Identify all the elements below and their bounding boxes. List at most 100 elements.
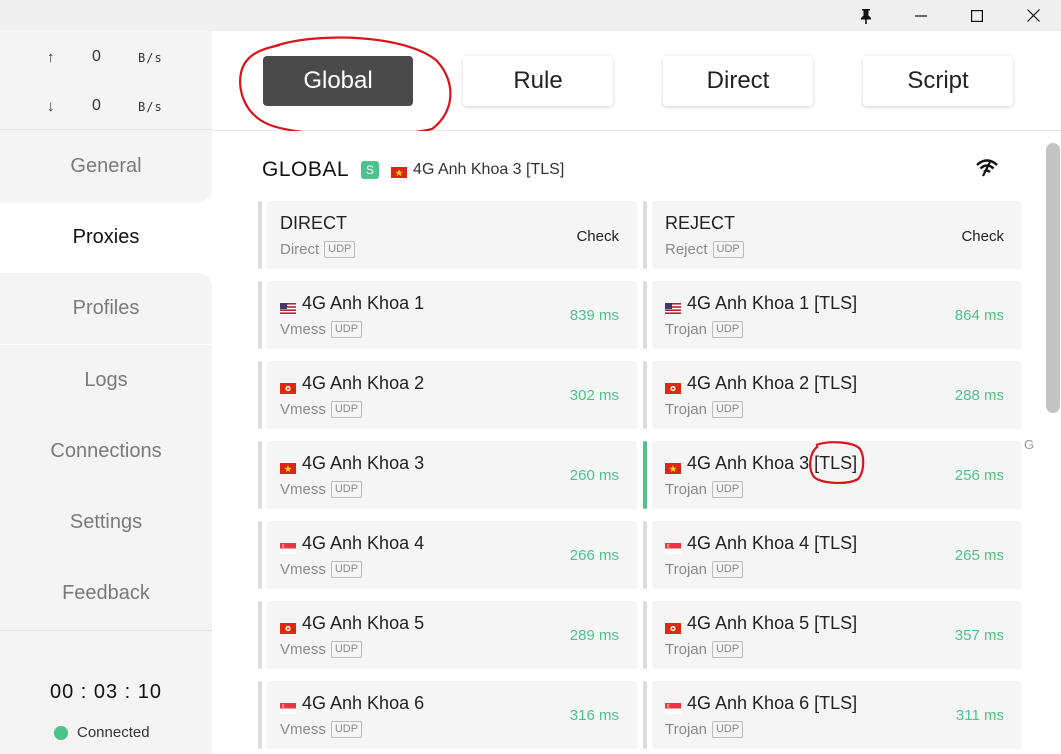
edge-letter: G [1024, 437, 1035, 452]
minimize-icon[interactable] [893, 0, 949, 31]
proxy-type-row: Vmess UDP [280, 561, 363, 578]
proxy-name: 4G Anh Khoa 2 [TLS] [687, 373, 858, 393]
proxy-type: Direct [280, 241, 320, 258]
selected-indicator [643, 441, 647, 509]
latency-value: 288 ms [954, 387, 1004, 404]
sidebar: ↑ 0 B/s ↓ 0 B/s General Proxies Profiles… [0, 31, 212, 754]
proxy-name: REJECT [665, 213, 736, 233]
mode-script-button[interactable]: Script [863, 56, 1013, 106]
proxy-type-row: Direct UDP [280, 241, 356, 258]
proxy-type: Trojan [665, 721, 707, 738]
proxy-type-row: Vmess UDP [280, 481, 363, 498]
proxy-card[interactable]: 4G Anh Khoa 5 Vmess UDP 289 ms [258, 601, 637, 669]
proxy-card[interactable]: 4G Anh Khoa 4 [TLS] Trojan UDP 265 ms [643, 521, 1022, 589]
proxy-type: Vmess [280, 561, 326, 578]
group-selected-label: 4G Anh Khoa 3 [TLS] [413, 161, 565, 178]
proxy-name-row: 4G Anh Khoa 1 [280, 293, 424, 314]
udp-badge: UDP [711, 641, 744, 658]
proxy-card[interactable]: 4G Anh Khoa 5 [TLS] Trojan UDP 357 ms [643, 601, 1022, 669]
udp-badge: UDP [330, 641, 363, 658]
proxy-card[interactable]: 4G Anh Khoa 3 Vmess UDP 260 ms [258, 441, 637, 509]
status-dot-icon [54, 725, 68, 740]
pin-icon[interactable] [838, 0, 894, 31]
card-indicator [643, 361, 647, 429]
proxy-name-row: 4G Anh Khoa 5 [280, 613, 424, 634]
card-indicator [643, 601, 647, 669]
proxy-card[interactable]: 4G Anh Khoa 2 Vmess UDP 302 ms [258, 361, 637, 429]
sg-flag-icon [280, 698, 296, 714]
sidebar-item-proxies[interactable]: Proxies [0, 202, 212, 273]
group-name: GLOBAL [262, 158, 350, 181]
proxy-type: Trojan [665, 321, 707, 338]
proxy-type-row: Trojan UDP [665, 721, 744, 738]
sidebar-item-profiles[interactable]: Profiles [0, 273, 212, 344]
udp-badge: UDP [711, 561, 744, 578]
download-arrow-icon: ↓ [47, 98, 55, 115]
proxy-name: 4G Anh Khoa 1 [302, 293, 425, 313]
sidebar-item-general[interactable]: General [0, 131, 212, 202]
proxy-card[interactable]: 4G Anh Khoa 1 [TLS] Trojan UDP 864 ms [643, 281, 1022, 349]
download-unit: B/s [138, 100, 163, 114]
proxy-name-row: 4G Anh Khoa 5 [TLS] [665, 613, 857, 634]
sg-flag-icon [665, 698, 681, 714]
udp-badge: UDP [711, 401, 744, 418]
proxy-type: Trojan [665, 401, 707, 418]
proxy-card[interactable]: 4G Anh Khoa 1 Vmess UDP 839 ms [258, 281, 637, 349]
group-type-badge: S [361, 161, 380, 179]
udp-badge: UDP [711, 481, 744, 498]
mode-global-button[interactable]: Global [263, 56, 413, 106]
proxy-card[interactable]: 4G Anh Khoa 2 [TLS] Trojan UDP 288 ms [643, 361, 1022, 429]
proxy-type: Reject [665, 241, 708, 258]
close-icon[interactable] [1005, 0, 1061, 31]
card-indicator [643, 681, 647, 749]
mode-direct-button[interactable]: Direct [663, 56, 813, 106]
sidebar-item-connections[interactable]: Connections [0, 416, 212, 487]
upload-speed: ↑ 0 B/s [0, 46, 212, 70]
latency-value: 839 ms [569, 307, 619, 324]
scrollbar-thumb[interactable] [1046, 143, 1060, 413]
udp-badge: UDP [330, 401, 363, 418]
udp-badge: UDP [324, 241, 356, 258]
group-header[interactable]: GLOBAL S 4G Anh Khoa 3 [TLS] [262, 157, 564, 183]
proxy-type: Trojan [665, 561, 707, 578]
proxy-card[interactable]: 4G Anh Khoa 6 [TLS] Trojan UDP 311 ms [643, 681, 1022, 749]
proxy-type-row: Trojan UDP [665, 481, 744, 498]
card-indicator [258, 281, 262, 349]
hk-flag-icon [280, 378, 296, 394]
proxy-name: 4G Anh Khoa 3 [TLS] [687, 453, 858, 473]
card-indicator [258, 201, 262, 269]
proxies-panel: GLOBAL S 4G Anh Khoa 3 [TLS] DIRECT Direc… [212, 131, 1061, 754]
proxy-card[interactable]: 4G Anh Khoa 3 [TLS] Trojan UDP 256 ms [643, 441, 1022, 509]
card-indicator [258, 681, 262, 749]
proxy-type: Vmess [280, 721, 326, 738]
proxy-card[interactable]: REJECT Reject UDP Check [643, 201, 1022, 269]
latency-value: 265 ms [954, 547, 1004, 564]
mode-rule-button[interactable]: Rule [463, 56, 613, 106]
proxy-name: 4G Anh Khoa 4 [TLS] [687, 533, 858, 553]
proxy-name-row: 4G Anh Khoa 6 [280, 693, 424, 714]
card-indicator [258, 521, 262, 589]
proxy-name: 4G Anh Khoa 4 [302, 533, 425, 553]
check-button[interactable]: Check [576, 228, 619, 245]
proxy-name-row: 4G Anh Khoa 3 [280, 453, 424, 474]
proxy-card[interactable]: DIRECT Direct UDP Check [258, 201, 637, 269]
connection-status: Connected [54, 724, 150, 741]
vn-flag-icon [391, 165, 408, 178]
proxy-type-row: Reject UDP [665, 241, 744, 258]
card-indicator [258, 361, 262, 429]
maximize-icon[interactable] [949, 0, 1005, 31]
sidebar-item-feedback[interactable]: Feedback [0, 558, 212, 629]
proxy-name-row: 4G Anh Khoa 4 [280, 533, 424, 554]
upload-value: 0 [92, 48, 101, 65]
proxy-card[interactable]: 4G Anh Khoa 6 Vmess UDP 316 ms [258, 681, 637, 749]
latency-test-icon[interactable] [976, 159, 998, 182]
proxy-name-row: REJECT [665, 213, 735, 234]
sidebar-item-logs[interactable]: Logs [0, 345, 212, 416]
proxy-card[interactable]: 4G Anh Khoa 4 Vmess UDP 266 ms [258, 521, 637, 589]
udp-badge: UDP [711, 721, 744, 738]
sidebar-item-settings[interactable]: Settings [0, 487, 212, 558]
uptime-timer: 00 : 03 : 10 [49, 681, 163, 703]
proxy-type-row: Vmess UDP [280, 721, 363, 738]
latency-value: 311 ms [955, 707, 1004, 724]
check-button[interactable]: Check [961, 228, 1004, 245]
